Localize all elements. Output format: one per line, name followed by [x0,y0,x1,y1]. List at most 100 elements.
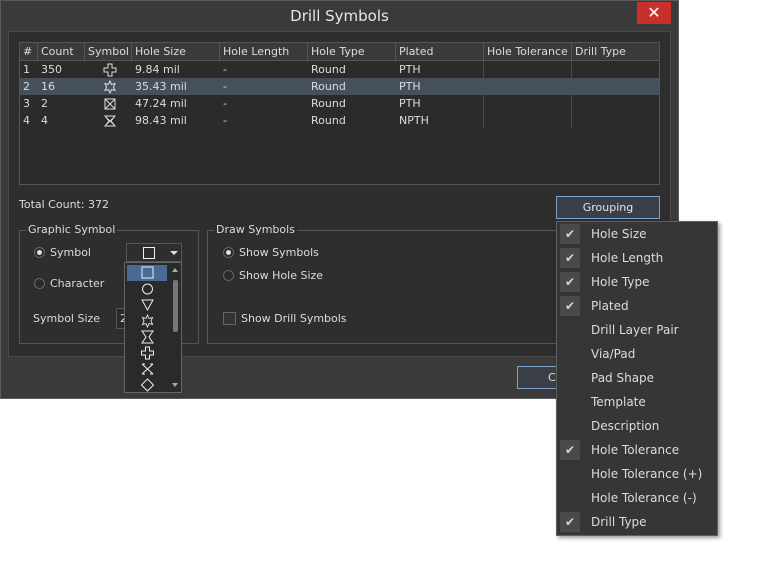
diamond-symbol-icon [140,378,155,392]
col-header-hole-size[interactable]: Hole Size [132,43,220,60]
col-header-count[interactable]: Count [38,43,85,60]
menu-item-plated[interactable]: ✔ Plated [557,294,717,318]
col-header-hole-tolerance[interactable]: Hole Tolerance [484,43,572,60]
symbol-option-hourglass[interactable] [127,329,167,345]
cell-hole-tolerance [484,95,572,112]
cell-plated: PTH [396,78,484,95]
check-icon: ✔ [560,272,580,292]
show-symbols-radio[interactable] [223,247,234,258]
menu-item-drill-layer-pair[interactable]: Drill Layer Pair [557,318,717,342]
symbol-list[interactable] [124,262,182,393]
symbol-option-circle[interactable] [127,281,167,297]
menu-item-template[interactable]: Template [557,390,717,414]
cell-hole-tolerance [484,112,572,129]
menu-item-label: Hole Tolerance [591,443,680,457]
col-header-hole-type[interactable]: Hole Type [308,43,396,60]
cell-plated: PTH [396,95,484,112]
menu-item-label: Hole Tolerance (+) [591,467,703,481]
menu-item-label: Pad Shape [591,371,655,385]
title-bar: Drill Symbols ✕ [1,1,678,31]
menu-item-description[interactable]: Description [557,414,717,438]
cell-hole-size: 9.84 mil [135,63,180,76]
menu-item-pad-shape[interactable]: Pad Shape [557,366,717,390]
symbol-option-star[interactable] [127,313,167,329]
menu-item-label: Plated [591,299,629,313]
menu-item-label: Hole Length [591,251,664,265]
scroll-up-icon[interactable] [172,268,178,272]
cell-hole-size: 98.43 mil [135,114,187,127]
menu-item-label: Via/Pad [591,347,636,361]
check-icon: ✔ [560,224,580,244]
close-button[interactable]: ✕ [637,2,671,24]
dialog-title: Drill Symbols [290,7,389,25]
check-icon: ✔ [560,440,580,460]
cell-hole-tolerance [484,61,572,78]
show-drill-symbols-label: Show Drill Symbols [241,312,347,325]
col-header-drill-type[interactable]: Drill Type [572,43,659,60]
show-drill-symbols-checkbox[interactable] [223,312,236,325]
cell-hole-type: Round [311,114,346,127]
cell-count: 350 [41,63,62,76]
col-header-plated[interactable]: Plated [396,43,484,60]
grouping-menu: ✔ Hole Size ✔ Hole Length ✔ Hole Type ✔ Plat… [556,221,718,536]
cell-hole-length: - [223,97,227,110]
symbol-option-diamond[interactable] [127,377,167,393]
cell-count: 4 [41,114,48,127]
triangle-symbol-icon [141,299,154,312]
chevron-down-icon [170,251,178,255]
menu-item-hole-type[interactable]: ✔ Hole Type [557,270,717,294]
menu-item-drill-type[interactable]: ✔ Drill Type [557,510,717,534]
table-row[interactable]: 1 350 9.84 mil - Round PTH [20,61,659,78]
menu-item-label: Template [591,395,646,409]
grouping-button[interactable]: Grouping [556,196,660,219]
menu-item-hole-length[interactable]: ✔ Hole Length [557,246,717,270]
col-header-symbol[interactable]: Symbol [85,43,132,60]
cell-number: 3 [23,97,30,110]
cell-hole-type: Round [311,80,346,93]
grid-header: # Count Symbol Hole Size Hole Length Hol… [20,43,659,61]
menu-item-label: Drill Layer Pair [591,323,679,337]
symbol-size-label: Symbol Size [33,312,101,325]
symbol-list-scrollbar[interactable] [170,264,181,391]
symbol-option-cross[interactable] [127,361,167,377]
ok-button[interactable]: C [517,366,557,389]
scrollbar-thumb[interactable] [173,280,178,332]
menu-item-hole-tolerance[interactable]: ✔ Hole Tolerance [557,438,717,462]
table-row[interactable]: 3 2 47.24 mil - Round PTH [20,95,659,112]
plus-symbol-icon [141,346,154,360]
symbol-radio[interactable] [34,247,45,258]
graphic-symbol-title: Graphic Symbol [26,223,118,236]
cell-hole-tolerance [484,78,572,95]
symbol-radio-label: Symbol [50,246,91,259]
circle-symbol-icon [142,283,153,295]
col-header-hole-length[interactable]: Hole Length [220,43,308,60]
menu-item-label: Hole Type [591,275,650,289]
table-row[interactable]: 4 4 98.43 mil - Round NPTH [20,112,659,129]
menu-item-via-pad[interactable]: Via/Pad [557,342,717,366]
hourglass-symbol-icon [141,330,154,344]
symbol-option-triangle[interactable] [127,297,167,313]
menu-item-hole-tolerance-plus[interactable]: Hole Tolerance (+) [557,462,717,486]
cell-hole-length: - [223,80,227,93]
symbol-option-plus[interactable] [127,345,167,361]
show-symbols-label: Show Symbols [239,246,319,259]
cell-hole-size: 35.43 mil [135,80,187,93]
col-header-number[interactable]: # [20,43,38,60]
cell-drill-type [572,78,659,95]
menu-item-hole-tolerance-minus[interactable]: Hole Tolerance (-) [557,486,717,510]
cell-hole-length: - [223,114,227,127]
table-row[interactable]: 2 16 35.43 mil - Round PTH [20,78,659,95]
menu-item-label: Drill Type [591,515,647,529]
symbol-option-square[interactable] [127,265,167,281]
show-hole-size-radio[interactable] [223,270,234,281]
symbol-dropdown[interactable] [126,243,182,262]
character-radio-label: Character [50,277,105,290]
check-icon: ✔ [560,512,580,532]
character-radio[interactable] [34,278,45,289]
menu-item-label: Hole Size [591,227,647,241]
show-hole-size-label: Show Hole Size [239,269,324,282]
menu-item-hole-size[interactable]: ✔ Hole Size [557,222,717,246]
cell-plated: NPTH [396,112,484,129]
scroll-down-icon[interactable] [172,383,178,387]
menu-item-label: Description [591,419,660,433]
